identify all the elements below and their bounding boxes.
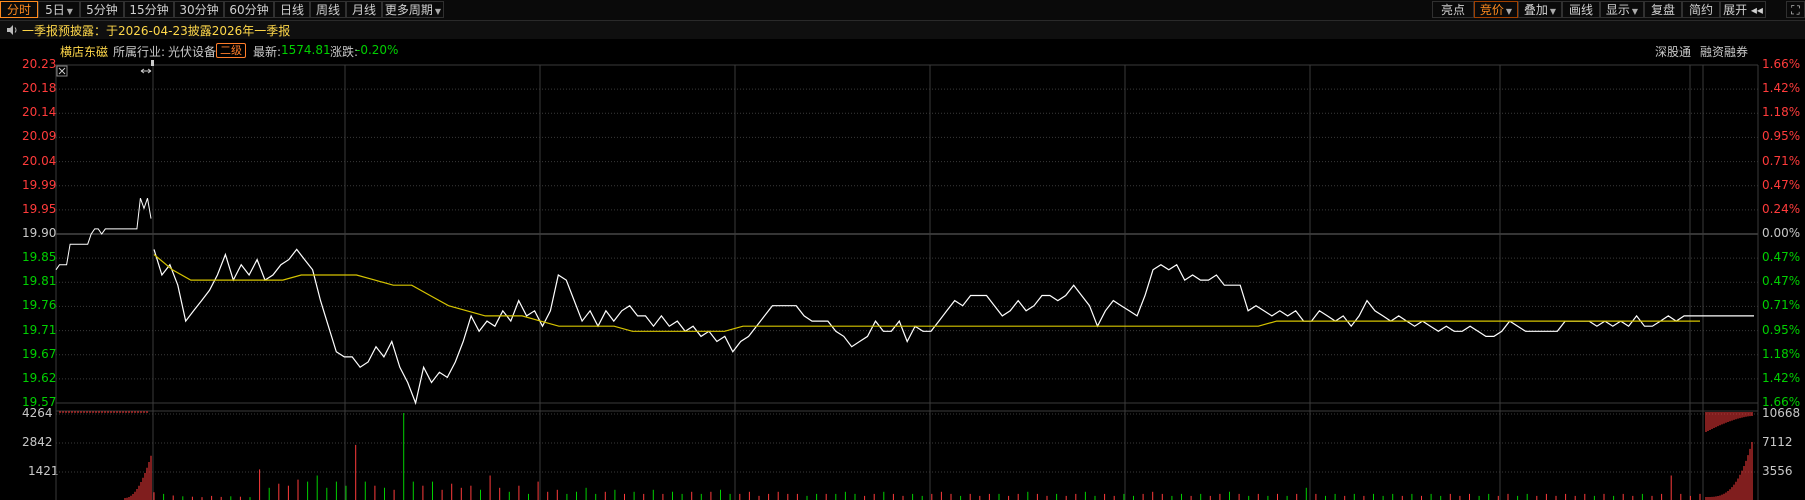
price-tick-label: 19.85	[22, 250, 57, 265]
tab-period-6[interactable]: 日线	[274, 1, 310, 18]
period-toolbar: 分时 5日 ▼ 5分钟 15分钟 30分钟 60分钟 日线 周线 月线 更多周期 ▼ 亮点 竞价 ▼ 叠加 ▼ 画…	[0, 0, 1805, 21]
tab-period-2[interactable]: 5分钟	[80, 1, 124, 18]
volume-tick-label: 2842	[22, 435, 53, 449]
pct-tick-label: 0.47%	[1762, 177, 1801, 192]
button-label: 复盘	[1650, 3, 1675, 17]
pct-tick-label: 0.00%	[1762, 226, 1801, 240]
volume-tick-label: 1421	[28, 464, 59, 478]
tab-period-8[interactable]: 月线	[346, 1, 382, 18]
price-tick-label: 20.23	[22, 57, 57, 71]
price-tick-label: 19.62	[22, 370, 57, 385]
speaker-icon[interactable]	[6, 24, 18, 36]
pct-tick-label: 0.71%	[1762, 298, 1801, 313]
industry-label: 所属行业:	[113, 45, 166, 59]
avg-price-line	[153, 254, 1700, 332]
toolbar-button-2[interactable]: 叠加 ▼	[1518, 1, 1562, 18]
pct-tick-label: 1.18%	[1762, 346, 1801, 361]
price-tick-label: 20.09	[22, 129, 57, 144]
auction-volume-tick-label: 10668	[1762, 406, 1801, 420]
change-label: 涨跌:	[330, 45, 359, 59]
pct-tick-label: 1.42%	[1762, 370, 1801, 385]
price-tick-label: 20.18	[22, 81, 57, 96]
tab-label: 更多周期	[384, 3, 433, 17]
tab-label: 15分钟	[129, 3, 169, 17]
price-tick-label: 19.76	[22, 298, 57, 313]
tab-period-3[interactable]: 15分钟	[124, 1, 174, 18]
tab-period-1[interactable]: 5日 ▼	[38, 1, 80, 18]
chevron-down-icon: ▼	[66, 7, 73, 16]
chevron-down-icon: ▼	[1505, 7, 1513, 16]
toolbar-button-0[interactable]: 亮点	[1432, 1, 1474, 18]
latest-label: 最新:	[253, 45, 282, 59]
pct-tick-label: 1.18%	[1762, 105, 1801, 120]
toolbar-button-5[interactable]: 复盘	[1644, 1, 1682, 18]
button-label: 叠加	[1523, 3, 1548, 17]
tab-label: 30分钟	[179, 3, 219, 17]
notice-bar: 一季报预披露：于2026-04-23披露2026年一季报	[0, 21, 1805, 39]
tab-label: 分时	[6, 3, 31, 17]
tab-label: 5日	[45, 3, 65, 17]
pct-tick-label: 0.71%	[1762, 153, 1801, 168]
link-margin[interactable]: 融资融券	[1700, 43, 1748, 60]
chevron-down-icon: ▼	[1631, 7, 1639, 16]
price-tick-label: 19.67	[22, 346, 57, 361]
pct-tick-label: 0.47%	[1762, 250, 1801, 265]
intraday-chart[interactable]	[0, 0, 1805, 500]
auction-volume-tick-label: 3556	[1762, 464, 1793, 478]
tab-period-9[interactable]: 更多周期 ▼	[382, 1, 444, 18]
resize-arrow-icon	[140, 68, 152, 74]
marker-icon	[151, 60, 154, 66]
link-hk-connect[interactable]: 深股通	[1655, 43, 1691, 60]
close-icon	[58, 67, 66, 75]
tab-label: 周线	[315, 3, 340, 17]
tab-label: 5分钟	[86, 3, 118, 17]
toolbar-button-1[interactable]: 竞价 ▼	[1474, 1, 1518, 18]
toolbar-button-3[interactable]: 画线	[1562, 1, 1600, 18]
tab-label: 60分钟	[229, 3, 269, 17]
auction-price-line	[55, 198, 152, 271]
button-label: 显示	[1605, 3, 1630, 17]
tier-badge[interactable]: 二级	[216, 43, 246, 58]
button-label: 简约	[1688, 3, 1713, 17]
toolbar-button-6[interactable]: 简约	[1682, 1, 1720, 18]
button-label: 展开 ◂◂	[1723, 3, 1763, 17]
price-line	[153, 248, 1754, 406]
price-tick-label: 19.90	[22, 226, 57, 240]
toolbar-button-4[interactable]: 显示 ▼	[1600, 1, 1644, 18]
tab-period-5[interactable]: 60分钟	[224, 1, 274, 18]
tab-label: 月线	[351, 3, 376, 17]
price-tick-label: 19.95	[22, 201, 57, 216]
tab-period-7[interactable]: 周线	[310, 1, 346, 18]
auction-volume-tick-label: 7112	[1762, 435, 1793, 449]
volume-tick-label: 4264	[22, 406, 53, 420]
button-label: 竞价	[1479, 3, 1504, 17]
industry-value[interactable]: 光伏设备	[168, 43, 216, 60]
close-icon	[56, 65, 68, 77]
change-value: -0.20%	[356, 43, 399, 57]
button-label: 画线	[1568, 3, 1593, 17]
pct-tick-label: 1.66%	[1762, 57, 1801, 71]
pct-tick-label: 0.95%	[1762, 322, 1801, 337]
button-label: 亮点	[1440, 3, 1465, 17]
chevron-down-icon: ▼	[1549, 7, 1557, 16]
price-tick-label: 20.04	[22, 153, 57, 168]
price-tick-label: 20.14	[22, 105, 57, 120]
fullscreen-icon[interactable]: ⛶	[1786, 1, 1805, 18]
pct-tick-label: 0.47%	[1762, 274, 1801, 289]
pct-tick-label: 1.42%	[1762, 81, 1801, 96]
chevron-down-icon: ▼	[434, 7, 442, 16]
stock-info-bar: 横店东磁 所属行业: 光伏设备 最新: 1574.81 涨跌: -0.20% 深…	[0, 40, 1805, 60]
pct-tick-label: 0.95%	[1762, 129, 1801, 144]
stock-name[interactable]: 横店东磁	[60, 43, 108, 60]
price-tick-label: 19.81	[22, 274, 57, 289]
toolbar-button-7[interactable]: 展开 ◂◂	[1720, 1, 1766, 18]
tab-period-4[interactable]: 30分钟	[174, 1, 224, 18]
tab-period-0[interactable]: 分时	[0, 1, 38, 18]
pct-tick-label: 0.24%	[1762, 201, 1801, 216]
latest-value: 1574.81	[281, 43, 331, 57]
tab-label: 日线	[279, 3, 304, 17]
notice-text[interactable]: 一季报预披露：于2026-04-23披露2026年一季报	[22, 22, 290, 39]
price-tick-label: 19.71	[22, 322, 57, 337]
price-tick-label: 19.99	[22, 177, 57, 192]
